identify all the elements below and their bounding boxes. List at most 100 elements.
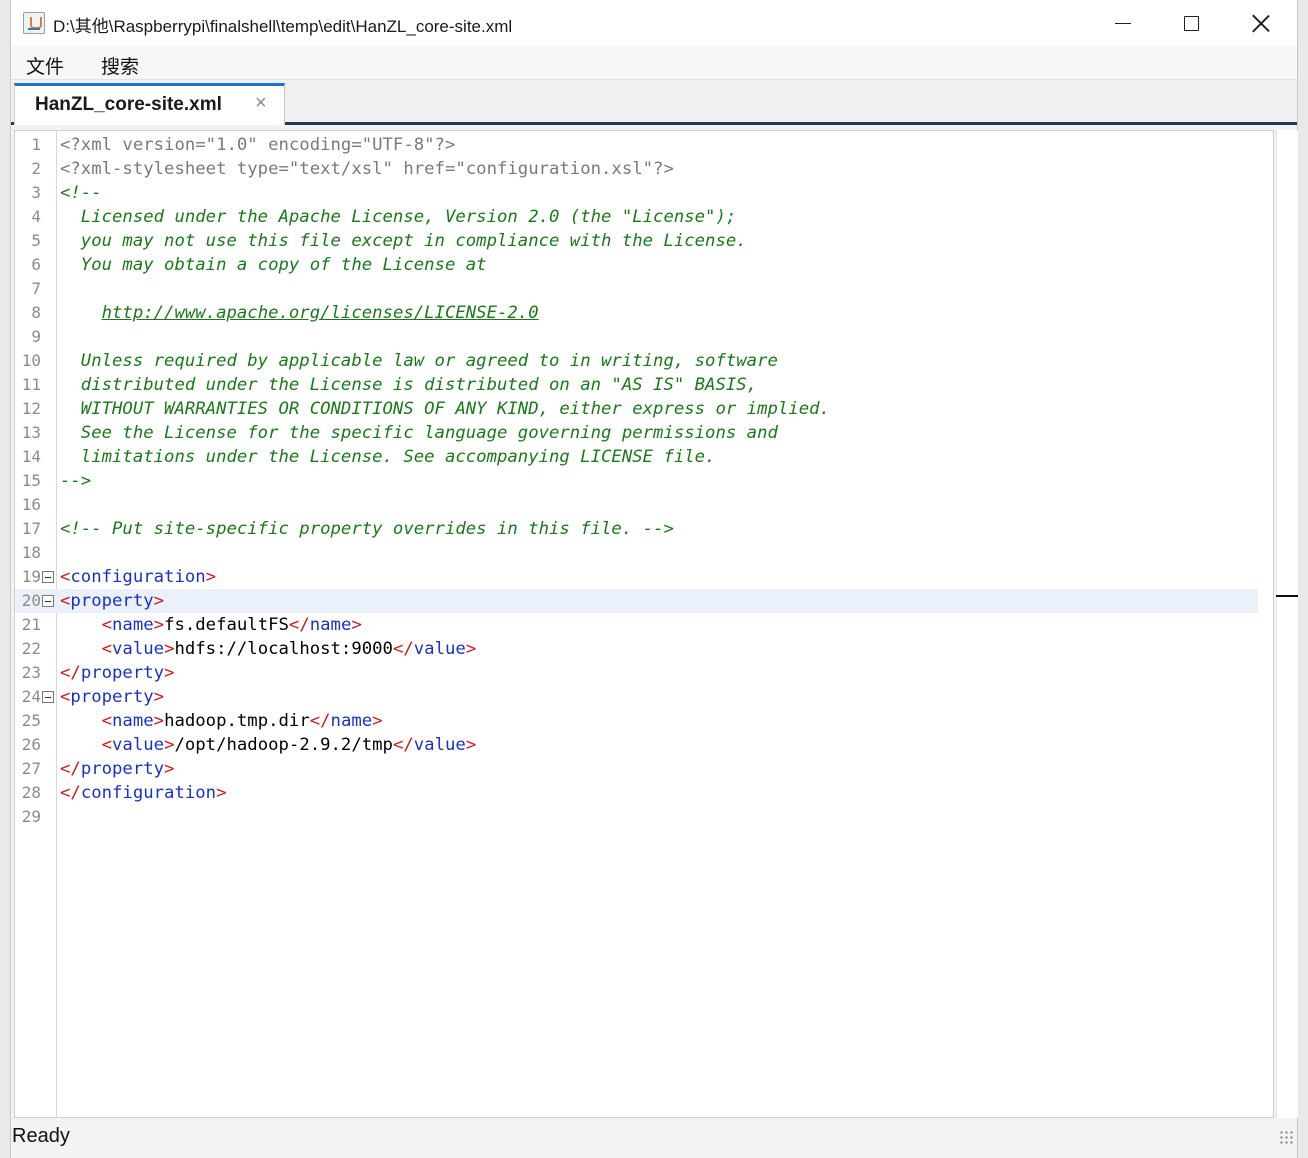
code-token-prolog: <?xml version="1.0" encoding="UTF-8"?> xyxy=(60,135,456,155)
minimize-button[interactable] xyxy=(1089,0,1157,46)
line-number: 9 xyxy=(31,327,41,346)
vertical-scrollbar[interactable] xyxy=(1276,130,1298,1118)
tab-close-icon[interactable]: × xyxy=(255,92,267,115)
line-number: 11 xyxy=(21,375,41,394)
line-number: 24 xyxy=(21,687,41,706)
line-number: 25 xyxy=(21,711,41,730)
code-token-tag: name xyxy=(112,711,154,731)
code-text: Unless required by applicable law or agr… xyxy=(60,349,778,373)
status-text: Ready xyxy=(12,1125,70,1147)
code-token-bracket: > xyxy=(216,783,227,803)
code-line[interactable]: 29 xyxy=(15,805,1273,829)
code-line[interactable]: 1 <?xml version="1.0" encoding="UTF-8"?> xyxy=(15,133,1273,157)
menu-file[interactable]: 文件 xyxy=(26,52,64,79)
code-line[interactable]: 17 <!-- Put site-specific property overri… xyxy=(15,517,1273,541)
code-line[interactable]: 26 <value>/opt/hadoop-2.9.2/tmp</value> xyxy=(15,733,1273,757)
line-number: 12 xyxy=(21,399,41,418)
code-token-comment xyxy=(60,303,102,323)
code-line[interactable]: 28 </configuration> xyxy=(15,781,1273,805)
close-window-button[interactable] xyxy=(1227,0,1295,46)
code-line[interactable]: 24 <property> xyxy=(15,685,1273,709)
code-token-bracket: </ xyxy=(309,711,331,731)
tab-core-site-xml[interactable]: HanZL_core-site.xml × xyxy=(14,83,285,125)
code-token-bracket: > xyxy=(153,711,165,731)
code-line[interactable]: 20 <property> xyxy=(15,589,1258,613)
code-text: <value>/opt/hadoop-2.9.2/tmp</value> xyxy=(60,733,477,757)
code-token-bracket: > xyxy=(164,759,175,779)
maximize-button[interactable] xyxy=(1157,0,1225,46)
code-token-bracket: < xyxy=(60,687,71,707)
code-line[interactable]: 2 <?xml-stylesheet type="text/xsl" href="… xyxy=(15,157,1273,181)
code-token-comment: You may obtain a copy of the License at xyxy=(60,255,487,275)
line-number: 22 xyxy=(21,639,41,658)
code-line[interactable]: 23 </property> xyxy=(15,661,1273,685)
fold-toggle-icon[interactable] xyxy=(42,571,54,583)
code-text: You may obtain a copy of the License at xyxy=(60,253,487,277)
fold-toggle-icon[interactable] xyxy=(42,691,54,703)
code-line[interactable]: 10 Unless required by applicable law or … xyxy=(15,349,1273,373)
code-token-bracket: > xyxy=(164,663,175,683)
code-token-comment: --> xyxy=(60,471,92,491)
code-token-bracket: </ xyxy=(392,735,414,755)
code-line[interactable]: 15 --> xyxy=(15,469,1273,493)
code-token-tag: name xyxy=(330,711,373,731)
code-token-text: fs.defaultFS xyxy=(164,615,289,635)
code-text: distributed under the License is distrib… xyxy=(60,373,757,397)
editor-window: D:\其他\Raspberrypi\finalshell\temp\edit\H… xyxy=(10,0,1298,1158)
code-text: --> xyxy=(60,469,91,493)
code-line[interactable]: 3 <!-- xyxy=(15,181,1273,205)
code-text: you may not use this file except in comp… xyxy=(60,229,747,253)
code-line[interactable]: 25 <name>hadoop.tmp.dir</name> xyxy=(15,709,1273,733)
code-line[interactable]: 13 See the License for the specific lang… xyxy=(15,421,1273,445)
code-text: See the License for the specific languag… xyxy=(60,421,778,445)
code-line[interactable]: 9 xyxy=(15,325,1273,349)
code-line[interactable]: 18 xyxy=(15,541,1273,565)
line-number: 19 xyxy=(21,567,41,586)
code-token-tag: property xyxy=(70,591,154,611)
code-line[interactable]: 16 xyxy=(15,493,1273,517)
code-token-link[interactable]: http://www.apache.org/licenses/LICENSE-2… xyxy=(102,303,539,323)
code-token-bracket: < xyxy=(101,615,113,635)
code-line[interactable]: 11 distributed under the License is dist… xyxy=(15,373,1273,397)
code-line[interactable]: 21 <name>fs.defaultFS</name> xyxy=(15,613,1273,637)
code-editor[interactable]: 1 <?xml version="1.0" encoding="UTF-8"?> 2… xyxy=(14,130,1274,1118)
title-bar[interactable]: D:\其他\Raspberrypi\finalshell\temp\edit\H… xyxy=(11,0,1297,46)
menu-bar: 文件 搜索 xyxy=(11,46,1297,80)
code-token-tag: configuration xyxy=(70,567,206,587)
line-number: 5 xyxy=(31,231,41,250)
line-number: 15 xyxy=(21,471,41,490)
code-token-bracket: </ xyxy=(60,759,81,779)
code-line[interactable]: 5 you may not use this file except in co… xyxy=(15,229,1273,253)
code-line[interactable]: 19 <configuration> xyxy=(15,565,1273,589)
scrollbar-position-marker[interactable] xyxy=(1276,595,1298,597)
code-token-bracket: > xyxy=(153,591,165,611)
code-line[interactable]: 4 Licensed under the Apache License, Ver… xyxy=(15,205,1273,229)
code-text: WITHOUT WARRANTIES OR CONDITIONS OF ANY … xyxy=(60,397,830,421)
menu-search[interactable]: 搜索 xyxy=(101,52,139,79)
code-token-text: /opt/hadoop-2.9.2/tmp xyxy=(174,735,393,755)
line-number: 17 xyxy=(21,519,41,538)
code-line[interactable]: 14 limitations under the License. See ac… xyxy=(15,445,1273,469)
line-number: 18 xyxy=(21,543,41,562)
code-line[interactable]: 6 You may obtain a copy of the License a… xyxy=(15,253,1273,277)
code-line[interactable]: 7 xyxy=(15,277,1273,301)
resize-grip-icon[interactable] xyxy=(1279,1130,1295,1146)
line-number: 16 xyxy=(21,495,41,514)
code-token-bracket: < xyxy=(101,711,113,731)
code-token-comment: you may not use this file except in comp… xyxy=(60,231,747,251)
line-number: 3 xyxy=(31,183,41,202)
line-number: 26 xyxy=(21,735,41,754)
code-line[interactable]: 27 </property> xyxy=(15,757,1273,781)
code-line[interactable]: 12 WITHOUT WARRANTIES OR CONDITIONS OF A… xyxy=(15,397,1273,421)
code-content[interactable]: 1 <?xml version="1.0" encoding="UTF-8"?> 2… xyxy=(15,133,1273,829)
code-token-tag: name xyxy=(112,615,154,635)
code-token-comment: <!-- xyxy=(60,183,102,203)
code-text: Licensed under the Apache License, Versi… xyxy=(60,205,736,229)
code-line[interactable]: 8 http://www.apache.org/licenses/LICENSE… xyxy=(15,301,1273,325)
code-line[interactable]: 22 <value>hdfs://localhost:9000</value> xyxy=(15,637,1273,661)
code-token-tag: value xyxy=(413,735,466,755)
fold-toggle-icon[interactable] xyxy=(42,595,54,607)
line-number: 20 xyxy=(21,591,41,610)
